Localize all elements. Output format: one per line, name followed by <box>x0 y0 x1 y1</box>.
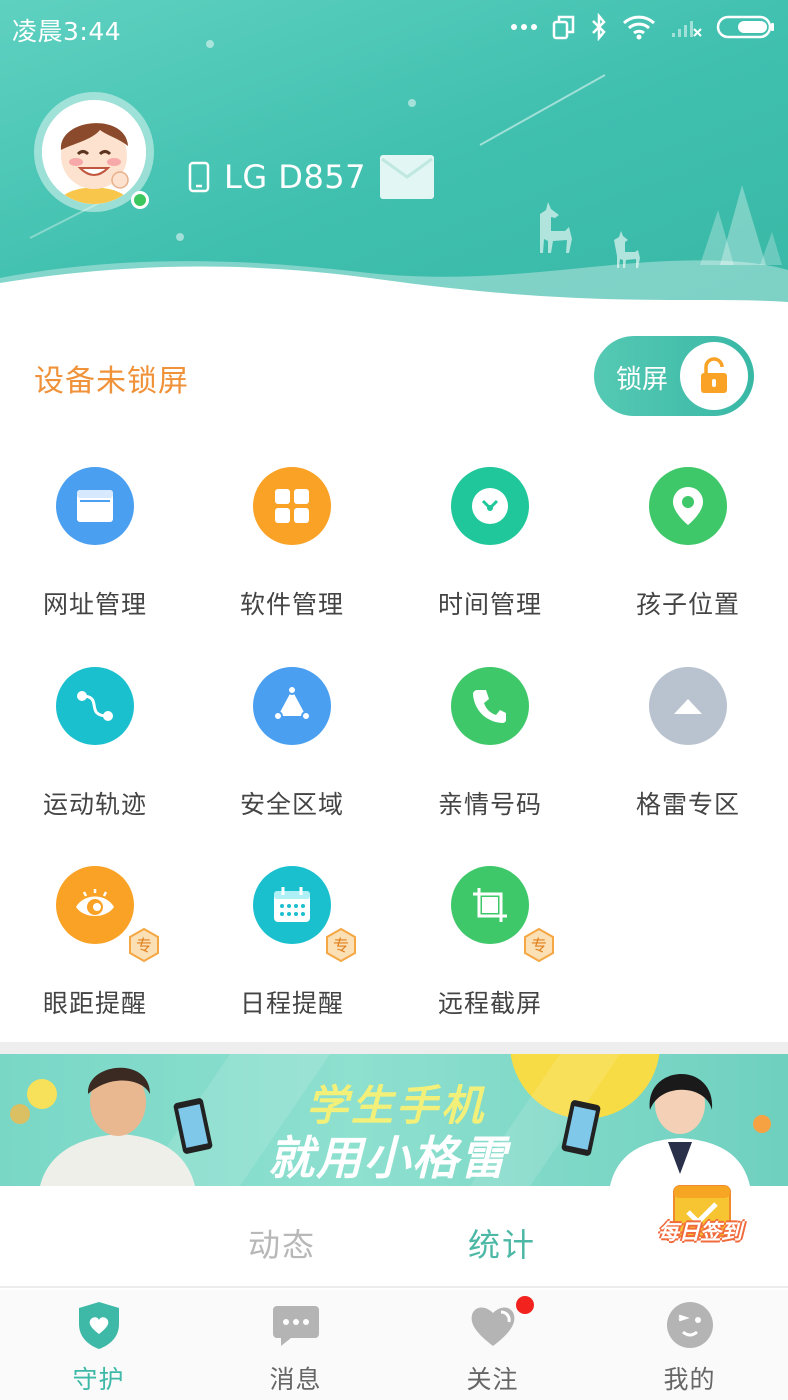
lock-screen-toggle[interactable]: 锁屏 <box>594 336 754 416</box>
feature-icon-circle <box>253 467 331 545</box>
clock-icon <box>472 488 508 524</box>
child-cartoon-icon <box>42 100 146 204</box>
feature-icon-circle <box>451 667 529 745</box>
feature-label: 亲情号码 <box>437 790 542 819</box>
location-pin-icon <box>673 487 703 525</box>
feature-label: 运动轨迹 <box>42 790 147 819</box>
badge-text: 专 <box>333 936 349 955</box>
more-dots-icon <box>511 24 537 30</box>
tab-activity[interactable]: 动态 <box>248 1220 316 1266</box>
screenshot-icon <box>473 888 507 922</box>
nav-guard[interactable]: 守护 <box>0 1290 197 1400</box>
feature-icon-circle <box>56 866 134 944</box>
feature-icon-circle <box>56 667 134 745</box>
status-icons <box>510 10 776 44</box>
feature-safe-zone[interactable]: 安全区域 <box>212 667 372 847</box>
feature-label: 眼距提醒 <box>42 989 147 1018</box>
battery-icon <box>716 15 774 39</box>
no-signal-icon <box>672 21 702 37</box>
status-bar: 凌晨3:44 <box>0 0 788 56</box>
nav-label: 关注 <box>466 1365 519 1394</box>
shield-heart-icon <box>79 1302 119 1349</box>
tab-statistics[interactable]: 统计 <box>468 1220 536 1266</box>
tab-bar: 动态 统计 每日签到 <box>0 1185 788 1288</box>
phone-icon <box>473 690 506 723</box>
feature-family-numbers[interactable]: 亲情号码 <box>410 667 570 847</box>
nav-messages[interactable]: 消息 <box>197 1290 394 1400</box>
notification-dot <box>516 1296 534 1314</box>
bottom-navigation: 守护 消息 关注 我的 <box>0 1290 788 1400</box>
feature-icon-circle <box>253 866 331 944</box>
badge-text: 专 <box>531 936 547 955</box>
mail-icon[interactable] <box>380 155 435 199</box>
section-divider <box>0 1042 788 1054</box>
feature-label: 软件管理 <box>239 590 344 619</box>
feature-schedule-reminder[interactable]: 专 日程提醒 <box>212 866 372 1046</box>
feature-label: 日程提醒 <box>239 989 344 1018</box>
nav-mine[interactable]: 我的 <box>591 1290 788 1400</box>
nav-label: 我的 <box>663 1365 716 1394</box>
premium-badge-icon: 专 <box>524 928 554 962</box>
profile-header: 凌晨3:44 LG D857 <box>0 0 788 310</box>
face-icon <box>667 1302 713 1348</box>
feature-app-management[interactable]: 软件管理 <box>212 467 372 647</box>
nav-label: 守护 <box>72 1365 125 1394</box>
feature-label: 格雷专区 <box>635 790 740 819</box>
unlock-icon <box>701 357 727 393</box>
phone-device-icon <box>188 161 210 193</box>
online-status-dot <box>131 191 149 209</box>
eye-icon <box>76 889 114 916</box>
premium-badge-icon: 专 <box>129 928 159 962</box>
feature-eye-distance[interactable]: 专 眼距提醒 <box>15 866 175 1046</box>
promo-banner[interactable]: 学生手机 就用小格雷 <box>0 1054 788 1186</box>
lock-knob <box>680 342 748 410</box>
feature-child-location[interactable]: 孩子位置 <box>608 467 768 647</box>
heart-icon <box>471 1307 515 1346</box>
apps-icon <box>275 489 309 523</box>
feature-label: 远程截屏 <box>437 989 542 1018</box>
badge-text: 专 <box>136 936 152 955</box>
feature-icon-circle <box>56 467 134 545</box>
feature-remote-screenshot[interactable]: 专 远程截屏 <box>410 866 570 1046</box>
feature-icon-circle <box>649 467 727 545</box>
app-screen: 凌晨3:44 LG D857 设备未锁屏 锁屏 网址管理 软件管理 时间管理 孩… <box>0 0 788 1400</box>
lock-status-text: 设备未锁屏 <box>34 364 189 399</box>
lock-toggle-label: 锁屏 <box>616 365 669 395</box>
feature-icon-circle <box>451 866 529 944</box>
chat-bubble-icon <box>273 1306 319 1346</box>
premium-badge-icon: 专 <box>326 928 356 962</box>
device-info: LG D857 <box>188 150 435 204</box>
nav-label: 消息 <box>269 1365 322 1394</box>
feature-label: 安全区域 <box>239 790 344 819</box>
feature-icon-circle <box>253 667 331 745</box>
status-time: 凌晨3:44 <box>12 17 122 46</box>
screen-mirror-icon <box>552 15 575 40</box>
avatar-image <box>42 100 146 204</box>
feature-grey-zone[interactable]: 格雷专区 <box>608 667 768 847</box>
feature-url-management[interactable]: 网址管理 <box>15 467 175 647</box>
feature-label: 网址管理 <box>42 590 147 619</box>
banner-subheadline: 就用小格雷 <box>268 1131 508 1185</box>
feature-movement-track[interactable]: 运动轨迹 <box>15 667 175 847</box>
feature-icon-circle <box>649 667 727 745</box>
bluetooth-icon <box>592 13 606 41</box>
feature-label: 孩子位置 <box>635 590 740 619</box>
safe-zone-icon <box>273 686 311 721</box>
daily-checkin-button[interactable]: 每日签到 <box>652 1182 748 1260</box>
route-icon <box>77 691 113 721</box>
chevron-up-icon <box>674 699 702 714</box>
browser-icon <box>77 490 113 522</box>
feature-time-management[interactable]: 时间管理 <box>410 467 570 647</box>
nav-follow[interactable]: 关注 <box>394 1290 591 1400</box>
feature-label: 时间管理 <box>437 590 542 619</box>
daily-checkin-label: 每日签到 <box>658 1220 742 1244</box>
feature-icon-circle <box>451 467 529 545</box>
wifi-icon <box>622 15 656 40</box>
calendar-icon <box>274 887 310 922</box>
device-name: LG D857 <box>224 158 367 196</box>
